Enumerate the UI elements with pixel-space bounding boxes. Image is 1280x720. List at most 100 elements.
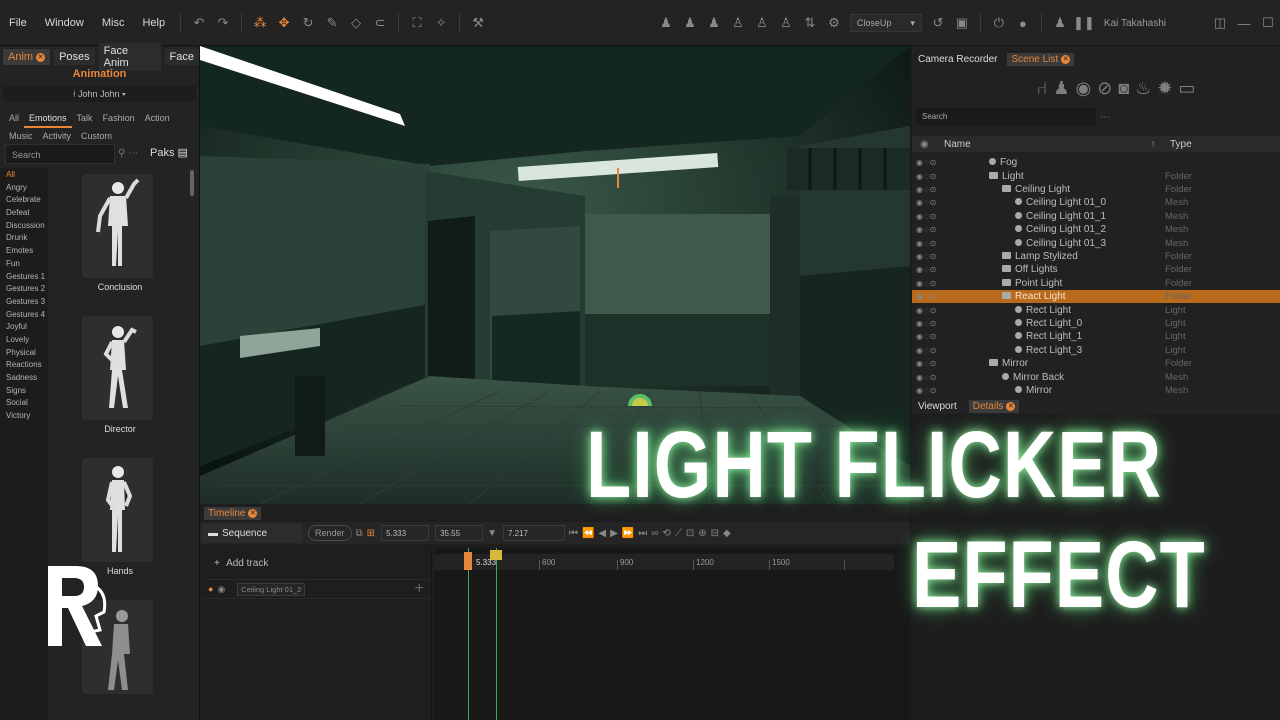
- scene-search-input[interactable]: Search: [916, 108, 1096, 126]
- magnet-icon[interactable]: ⊂: [370, 13, 390, 33]
- tab-timeline[interactable]: Timeline ✕: [204, 506, 262, 520]
- list-item[interactable]: All: [0, 170, 48, 183]
- list-item[interactable]: Sadness: [0, 373, 48, 386]
- column-name[interactable]: Name: [944, 139, 971, 150]
- folder-icon[interactable]: ▭: [1178, 78, 1195, 99]
- edit-icon[interactable]: ✎: [322, 13, 342, 33]
- menu-misc[interactable]: Misc: [93, 17, 134, 29]
- visibility-toggle-icon[interactable]: ◉◌⊙: [916, 239, 937, 248]
- list-item[interactable]: Lovely: [0, 335, 48, 348]
- repeat-icon[interactable]: ⟲: [662, 528, 670, 539]
- key-icon[interactable]: ◆: [723, 528, 731, 539]
- scene-row[interactable]: ◉◌⊙ Point Light Folder: [912, 277, 1280, 290]
- menu-file[interactable]: File: [0, 17, 36, 29]
- scene-row[interactable]: ◉◌⊙ Light Folder: [912, 169, 1280, 182]
- visibility-toggle-icon[interactable]: ◉◌⊙: [916, 225, 937, 234]
- location-icon[interactable]: ●: [1013, 13, 1033, 33]
- scene-row[interactable]: ◉◌⊙ Lamp Stylized Folder: [912, 250, 1280, 263]
- copy-icon[interactable]: ⧉: [356, 528, 363, 539]
- list-item[interactable]: Victory: [0, 411, 48, 424]
- tab-face-anim[interactable]: Face Anim: [98, 43, 161, 71]
- add-track-button[interactable]: + Add track: [214, 558, 268, 569]
- user-icon[interactable]: ♟: [1050, 13, 1070, 33]
- pivot-icon[interactable]: ✧: [431, 13, 451, 33]
- group-select-icon[interactable]: ⁂: [250, 13, 270, 33]
- menu-window[interactable]: Window: [36, 17, 93, 29]
- sequence-select[interactable]: ▬ Sequence: [202, 523, 302, 543]
- category-all[interactable]: All: [4, 110, 24, 128]
- play-icon[interactable]: ▶: [610, 528, 618, 539]
- person-icon[interactable]: ♟: [680, 13, 700, 33]
- list-item[interactable]: Defeat: [0, 208, 48, 221]
- visibility-toggle-icon[interactable]: ◉◌⊙: [916, 172, 937, 181]
- minimize-icon[interactable]: —: [1234, 13, 1254, 33]
- person-icon[interactable]: ♟: [704, 13, 724, 33]
- pose-thumbnail-director[interactable]: [82, 316, 153, 420]
- visibility-toggle-icon[interactable]: ◉◌⊙: [916, 158, 937, 167]
- lock-icon[interactable]: ⊞: [367, 528, 375, 539]
- list-item[interactable]: Gestures 1: [0, 272, 48, 285]
- visibility-toggle-icon[interactable]: ◉◌⊙: [916, 319, 937, 328]
- scene-row[interactable]: ◉◌⊙ Ceiling Light Folder: [912, 183, 1280, 196]
- list-item[interactable]: Gestures 3: [0, 297, 48, 310]
- list-item[interactable]: Joyful: [0, 322, 48, 335]
- column-type[interactable]: Type: [1170, 139, 1192, 150]
- scene-row[interactable]: ◉◌⊙ Rect Light_1 Light: [912, 330, 1280, 343]
- camera-icon[interactable]: ▣: [952, 13, 972, 33]
- character-select[interactable]: ⍿ John John ▾: [3, 86, 196, 102]
- move-icon[interactable]: ✥: [274, 13, 294, 33]
- tab-camera-recorder[interactable]: Camera Recorder: [918, 54, 997, 65]
- visibility-toggle-icon[interactable]: ◉◌⊙: [916, 346, 937, 355]
- pose-thumbnail-conclusion[interactable]: [82, 174, 153, 278]
- pause-icon[interactable]: ❚❚: [1073, 13, 1095, 33]
- category-emotions[interactable]: Emotions: [24, 110, 72, 128]
- settings-icon[interactable]: ⚙: [824, 13, 844, 33]
- duration-field[interactable]: 35.55: [435, 525, 484, 541]
- camera-select[interactable]: CloseUp ▾: [849, 14, 922, 32]
- power-icon[interactable]: ⏻: [989, 13, 1009, 33]
- track-name[interactable]: Ceiling Light 01_2: [237, 582, 306, 596]
- wrench-icon[interactable]: ⚒: [468, 13, 488, 33]
- curve-icon[interactable]: ⟋: [675, 528, 682, 539]
- close-icon[interactable]: ✕: [1061, 54, 1071, 64]
- step-back-icon[interactable]: ⏪: [582, 528, 594, 539]
- scene-row[interactable]: ◉◌⊙ Rect Light_3 Light: [912, 344, 1280, 357]
- hide-icon[interactable]: ⊘: [1097, 78, 1112, 99]
- skip-end-icon[interactable]: ⏭: [638, 528, 647, 539]
- list-item[interactable]: Angry: [0, 183, 48, 196]
- tab-scene-list[interactable]: Scene List ✕: [1007, 52, 1075, 66]
- visibility-toggle-icon[interactable]: ◉◌⊙: [916, 265, 937, 274]
- category-music[interactable]: Music: [4, 128, 38, 144]
- record-icon[interactable]: ●: [208, 584, 213, 594]
- redo-icon[interactable]: ↷: [213, 13, 233, 33]
- list-item[interactable]: Drunk: [0, 233, 48, 246]
- visibility-toggle-icon[interactable]: ◉◌⊙: [916, 212, 937, 221]
- loop-icon[interactable]: ∞: [651, 528, 658, 539]
- play-reverse-icon[interactable]: ◀: [598, 528, 606, 539]
- range-start-handle[interactable]: [464, 552, 472, 570]
- animation-search-input[interactable]: Search: [5, 144, 115, 164]
- category-fashion[interactable]: Fashion: [98, 110, 140, 128]
- menu-help[interactable]: Help: [133, 17, 174, 29]
- character-icon[interactable]: ♟: [1053, 78, 1069, 99]
- list-item[interactable]: Reactions: [0, 360, 48, 373]
- scene-row[interactable]: ◉◌⊙ Rect Light Light: [912, 303, 1280, 316]
- skip-start-icon[interactable]: ⏮: [569, 528, 578, 539]
- zoom-icon[interactable]: ⊕: [698, 528, 706, 539]
- visibility-icon[interactable]: ◉: [920, 139, 929, 150]
- tab-anim[interactable]: Anim ✕: [3, 49, 51, 65]
- playhead-handle[interactable]: [490, 550, 502, 560]
- list-item[interactable]: Gestures 4: [0, 310, 48, 323]
- scene-row[interactable]: ◉◌⊙ Mirror Mesh: [912, 384, 1280, 397]
- filter-icon[interactable]: ▼: [487, 528, 497, 539]
- list-item[interactable]: Gestures 2: [0, 284, 48, 297]
- gear-icon[interactable]: ✹: [1157, 78, 1172, 99]
- visibility-toggle-icon[interactable]: ◉◌⊙: [916, 185, 937, 194]
- scene-row[interactable]: ◉◌⊙ Ceiling Light 01_0 Mesh: [912, 196, 1280, 209]
- category-action[interactable]: Action: [140, 110, 175, 128]
- more-icon[interactable]: ⋯: [1100, 112, 1110, 123]
- sort-icon[interactable]: !: [1152, 140, 1154, 149]
- visibility-toggle-icon[interactable]: ◉◌⊙: [916, 292, 937, 301]
- sort-icon[interactable]: ⇅: [800, 13, 820, 33]
- visibility-toggle-icon[interactable]: ◉◌⊙: [916, 279, 937, 288]
